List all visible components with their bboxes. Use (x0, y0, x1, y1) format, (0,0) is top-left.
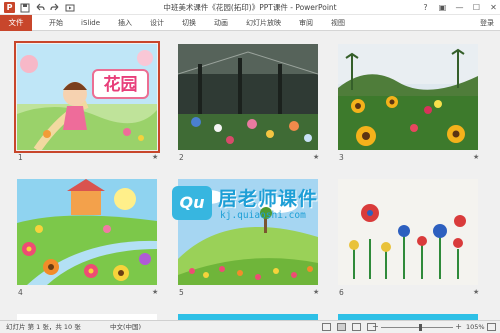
slide-6-image (338, 179, 478, 285)
slide-thumbnail-1[interactable]: 花园 (14, 41, 160, 153)
ribbon-tabs: 开始 iSlide 插入 设计 切换 动画 幻灯片放映 审阅 视图 (40, 15, 354, 31)
transition-star-icon[interactable]: ★ (152, 288, 158, 296)
slide-number-6: 6 (339, 288, 344, 297)
transition-star-icon[interactable]: ★ (313, 153, 319, 161)
slide-count-status: 幻灯片 第 1 张，共 10 张 (6, 323, 81, 331)
view-buttons (322, 323, 376, 331)
slide-1-title: 花园 (104, 74, 138, 95)
transition-star-icon[interactable]: ★ (473, 153, 479, 161)
tab-design[interactable]: 设计 (141, 15, 173, 31)
zoom-track[interactable] (381, 327, 453, 328)
tab-slide-show[interactable]: 幻灯片放映 (237, 15, 290, 31)
slide-sorter-view-icon[interactable] (337, 323, 346, 331)
tab-insert[interactable]: 插入 (109, 15, 141, 31)
help-icon[interactable]: ? (421, 0, 430, 15)
tab-view[interactable]: 视图 (322, 15, 354, 31)
zoom-out-button[interactable]: − (372, 322, 379, 332)
transition-star-icon[interactable]: ★ (313, 288, 319, 296)
tab-animations[interactable]: 动画 (205, 15, 237, 31)
slide-sorter[interactable]: 花园 1 ★ 2 ★ 3 ★ 4 ★ 5 ★ 6 ★ Qu 居老师课件 kj.q… (0, 32, 500, 320)
watermark-url: kj.quiaoshi.com (220, 210, 306, 221)
slide-number-3: 3 (339, 153, 344, 162)
slide-thumbnail-4[interactable] (17, 179, 157, 285)
slide-number-2: 2 (179, 153, 184, 162)
slide-number-4: 4 (18, 288, 23, 297)
fit-to-window-icon[interactable] (487, 323, 496, 331)
zoom-thumb[interactable] (419, 324, 423, 331)
tab-transitions[interactable]: 切换 (173, 15, 205, 31)
slide-1-image: 花园 (17, 44, 157, 150)
slide-number-1: 1 (18, 153, 23, 162)
status-bar: 幻灯片 第 1 张，共 10 张 中文(中国) − + 105% (0, 320, 500, 333)
tab-home[interactable]: 开始 (40, 15, 72, 31)
reading-view-icon[interactable] (352, 323, 361, 331)
watermark-logo: Qu (172, 186, 212, 220)
ribbon-tab-bar: 文件 开始 iSlide 插入 设计 切换 动画 幻灯片放映 审阅 视图 登录 (0, 15, 500, 31)
transition-star-icon[interactable]: ★ (152, 153, 158, 161)
slide-thumbnail-6[interactable] (338, 179, 478, 285)
watermark: Qu 居老师课件 kj.quiaoshi.com (172, 182, 342, 232)
zoom-percentage[interactable]: 105% (466, 321, 485, 333)
normal-view-icon[interactable] (322, 323, 331, 331)
slide-3-image (338, 44, 478, 150)
slide-4-image (17, 179, 157, 285)
tab-file[interactable]: 文件 (0, 15, 32, 31)
slide-thumbnail-3[interactable] (338, 44, 478, 150)
zoom-slider[interactable]: − + (372, 322, 462, 332)
slide-thumbnail-2[interactable] (178, 44, 318, 150)
tab-islide[interactable]: iSlide (72, 15, 109, 31)
ribbon-display-options-icon[interactable]: ▣ (438, 0, 447, 15)
zoom-in-button[interactable]: + (455, 322, 462, 332)
title-bar: P 中班美术课件《花园(拓印)》PPT课件 - PowerPoint ? ▣ —… (0, 0, 500, 15)
language-status[interactable]: 中文(中国) (110, 321, 141, 333)
window-controls: ? ▣ — ☐ ✕ (421, 0, 498, 15)
tab-review[interactable]: 审阅 (290, 15, 322, 31)
slide-number-5: 5 (179, 288, 184, 297)
transition-star-icon[interactable]: ★ (473, 288, 479, 296)
sign-in-link[interactable]: 登录 (480, 15, 494, 31)
slide-2-image (178, 44, 318, 150)
close-button[interactable]: ✕ (489, 0, 498, 15)
maximize-button[interactable]: ☐ (472, 0, 481, 15)
minimize-button[interactable]: — (455, 0, 464, 15)
watermark-title: 居老师课件 (218, 188, 319, 210)
